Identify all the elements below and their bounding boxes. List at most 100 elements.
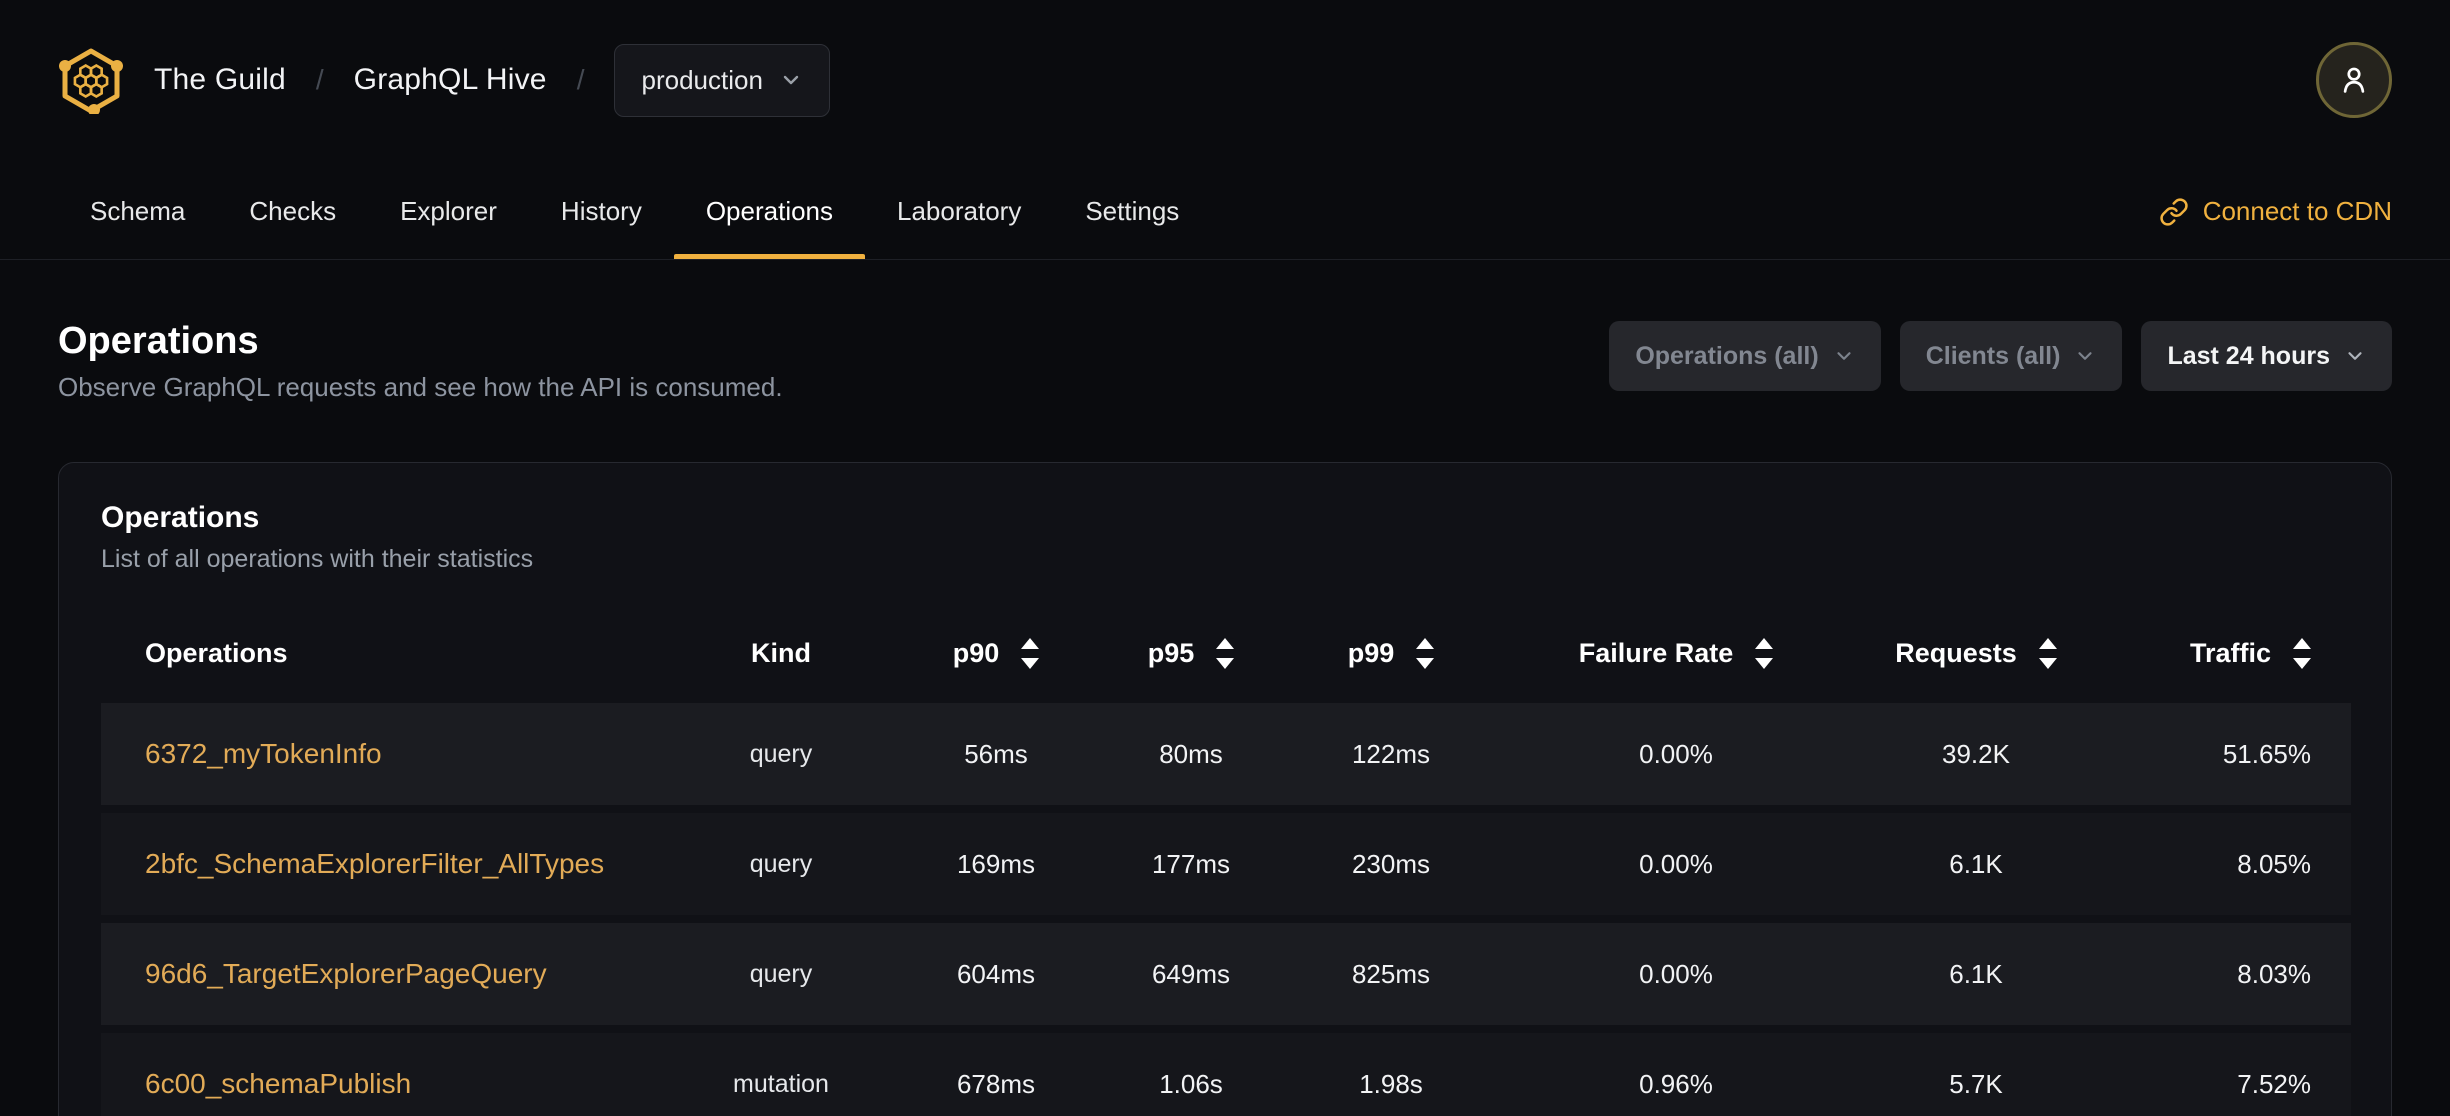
table-row: 6372_myTokenInfo query 56ms 80ms 122ms 0.00% 3… — [101, 703, 2351, 805]
tab-operations[interactable]: Operations — [673, 140, 866, 259]
target-selector-value: production — [641, 64, 763, 95]
p90-cell: 56ms — [901, 703, 1091, 805]
p99-cell: 1.98s — [1291, 1033, 1491, 1116]
chevron-down-icon — [1833, 345, 1855, 367]
operation-link[interactable]: 6c00_schemaPublish — [145, 1068, 411, 1099]
traffic-cell: 8.03% — [2091, 923, 2351, 1025]
p99-cell: 825ms — [1291, 923, 1491, 1025]
card-title: Operations — [101, 501, 260, 534]
traffic-cell: 8.05% — [2091, 813, 2351, 915]
chevron-down-icon — [2344, 345, 2366, 367]
kind-cell: query — [661, 703, 901, 805]
user-menu-button[interactable] — [2316, 42, 2392, 118]
failure_rate-cell: 0.00% — [1491, 703, 1861, 805]
nav-bar: Schema Checks Explorer History Operations Lab… — [0, 140, 2450, 260]
column-header-requests[interactable]: Requests — [1861, 611, 2091, 695]
breadcrumb-separator: / — [315, 64, 324, 95]
card-subtitle: List of all operations with their statis… — [101, 545, 534, 573]
sort-arrows-icon[interactable] — [1755, 637, 1774, 669]
p99-cell: 122ms — [1291, 703, 1491, 805]
p95-cell: 649ms — [1091, 923, 1291, 1025]
requests-cell: 5.7K — [1861, 1033, 2091, 1116]
operation-cell: 6c00_schemaPublish — [101, 1033, 661, 1116]
p95-cell: 1.06s — [1091, 1033, 1291, 1116]
failure_rate-cell: 0.00% — [1491, 813, 1861, 915]
operations-filter-label: Operations (all) — [1635, 341, 1819, 370]
sort-arrows-icon[interactable] — [1216, 637, 1235, 669]
period-filter-label: Last 24 hours — [2167, 341, 2330, 370]
column-label-traffic: Traffic — [2189, 637, 2271, 668]
operation-cell: 6372_myTokenInfo — [101, 703, 661, 805]
operation-link[interactable]: 2bfc_SchemaExplorerFilter_AllTypes — [145, 848, 604, 879]
page-head: Operations Observe GraphQL requests and … — [58, 319, 2392, 403]
operation-cell: 2bfc_SchemaExplorerFilter_AllTypes — [101, 813, 661, 915]
sort-arrows-icon[interactable] — [1416, 637, 1435, 669]
column-header-traffic[interactable]: Traffic — [2091, 611, 2351, 695]
breadcrumb-org[interactable]: The Guild — [154, 63, 286, 97]
breadcrumb-project[interactable]: GraphQL Hive — [354, 63, 547, 97]
tab-laboratory[interactable]: Laboratory — [865, 140, 1053, 259]
tab-explorer[interactable]: Explorer — [368, 140, 529, 259]
operation-cell: 96d6_TargetExplorerPageQuery — [101, 923, 661, 1025]
table-row: 2bfc_SchemaExplorerFilter_AllTypes query 1… — [101, 813, 2351, 915]
chevron-down-icon — [2074, 345, 2096, 367]
column-label-p90: p90 — [952, 637, 1000, 668]
kind-cell: mutation — [661, 1033, 901, 1116]
column-header-kind: Kind — [661, 611, 901, 695]
traffic-cell: 7.52% — [2091, 1033, 2351, 1116]
kind-cell: query — [661, 923, 901, 1025]
tab-checks[interactable]: Checks — [217, 140, 368, 259]
table-body: 6372_myTokenInfo query 56ms 80ms 122ms 0.00% 3… — [101, 703, 2351, 1116]
top-bar: The Guild / GraphQL Hive / production — [0, 0, 2450, 140]
main-content: Operations Observe GraphQL requests and … — [0, 260, 2450, 1116]
clients-filter-button[interactable]: Clients (all) — [1899, 321, 2123, 391]
operations-filter-button[interactable]: Operations (all) — [1609, 321, 1881, 391]
sort-arrows-icon[interactable] — [2293, 637, 2311, 669]
column-label-p99: p99 — [1347, 637, 1395, 668]
p95-cell: 177ms — [1091, 813, 1291, 915]
column-label-kind: Kind — [751, 637, 811, 668]
connect-cdn-link[interactable]: Connect to CDN — [2159, 140, 2392, 259]
period-filter-button[interactable]: Last 24 hours — [2141, 321, 2392, 391]
column-header-name: Operations — [101, 611, 661, 695]
requests-cell: 6.1K — [1861, 813, 2091, 915]
page-subtitle: Observe GraphQL requests and see how the… — [58, 372, 783, 402]
sort-arrows-icon[interactable] — [1021, 637, 1040, 669]
sort-arrows-icon[interactable] — [2038, 637, 2057, 669]
breadcrumb: The Guild / GraphQL Hive / production — [58, 43, 830, 117]
page-title: Operations — [58, 320, 259, 362]
p99-cell: 230ms — [1291, 813, 1491, 915]
column-label-failure_rate: Failure Rate — [1578, 637, 1734, 668]
operation-link[interactable]: 96d6_TargetExplorerPageQuery — [145, 958, 547, 989]
column-label-name: Operations — [145, 637, 288, 668]
clients-filter-label: Clients (all) — [1925, 341, 2061, 370]
column-header-p90[interactable]: p90 — [901, 611, 1091, 695]
connect-cdn-label: Connect to CDN — [2202, 196, 2392, 226]
operation-link[interactable]: 6372_myTokenInfo — [145, 738, 382, 769]
p95-cell: 80ms — [1091, 703, 1291, 805]
failure_rate-cell: 0.96% — [1491, 1033, 1861, 1116]
requests-cell: 39.2K — [1861, 703, 2091, 805]
link-icon — [2159, 197, 2189, 227]
operations-card: Operations List of all operations with t… — [58, 462, 2392, 1116]
requests-cell: 6.1K — [1861, 923, 2091, 1025]
failure_rate-cell: 0.00% — [1491, 923, 1861, 1025]
operations-table: Operations Kind p90 p95 p99 Failure Rate Reque… — [101, 603, 2351, 1116]
target-selector[interactable]: production — [614, 43, 830, 117]
filters: Operations (all) Clients (all) Last 24 h… — [1609, 321, 2392, 391]
column-header-p95[interactable]: p95 — [1091, 611, 1291, 695]
p90-cell: 169ms — [901, 813, 1091, 915]
column-header-failure_rate[interactable]: Failure Rate — [1491, 611, 1861, 695]
page-head-text: Operations Observe GraphQL requests and … — [58, 319, 783, 403]
traffic-cell: 51.65% — [2091, 703, 2351, 805]
hive-logo-icon[interactable] — [58, 46, 124, 114]
tab-settings[interactable]: Settings — [1053, 140, 1211, 259]
tab-schema[interactable]: Schema — [58, 140, 217, 259]
p90-cell: 604ms — [901, 923, 1091, 1025]
column-label-p95: p95 — [1147, 637, 1195, 668]
column-label-requests: Requests — [1895, 637, 2017, 668]
column-header-p99[interactable]: p99 — [1291, 611, 1491, 695]
tab-history[interactable]: History — [529, 140, 674, 259]
breadcrumb-separator: / — [576, 64, 585, 95]
table-header-row: Operations Kind p90 p95 p99 Failure Rate Reque… — [101, 611, 2351, 695]
